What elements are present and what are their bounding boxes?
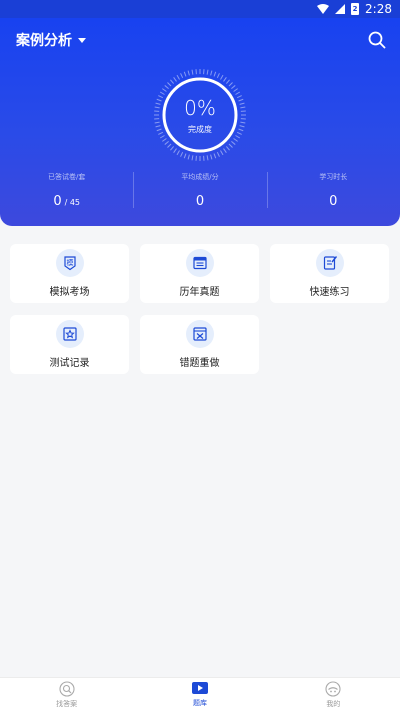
- question-bank-icon: [191, 681, 208, 694]
- card-label: 错题重做: [179, 358, 220, 369]
- stats-row: 已答试卷/套 0 / 45 平均成绩/分 0 学习时长 0: [0, 172, 400, 209]
- quick-practice-card[interactable]: 快速练习: [270, 244, 389, 303]
- tab-label: 找答案: [56, 699, 78, 708]
- profile-icon: [325, 680, 341, 697]
- completion-caption: 完成度: [188, 124, 212, 134]
- wrong-redo-card[interactable]: 错题重做: [140, 315, 259, 374]
- stat-value: 0: [195, 194, 205, 209]
- feature-grid: 模 模拟考场 历年真题 快速练习 测试记录 错题重做: [10, 244, 390, 374]
- completion-ring: 0% 完成度: [153, 68, 247, 162]
- tab-question-bank[interactable]: 题库: [133, 678, 266, 711]
- card-label: 快速练习: [309, 287, 350, 298]
- stat-label: 已答试卷/套: [47, 173, 86, 181]
- search-icon[interactable]: [368, 31, 386, 49]
- stat-papers: 已答试卷/套 0 / 45: [0, 172, 133, 209]
- stat-average-score: 平均成绩/分 0: [133, 172, 266, 209]
- status-bar: 2 2:28: [0, 0, 400, 18]
- mock-exam-card[interactable]: 模 模拟考场: [10, 244, 129, 303]
- stat-total: / 45: [64, 198, 81, 207]
- clock: 2:28: [365, 2, 392, 16]
- progress-header: 案例分析 0% 完成度 已答试卷/套 0 / 45 平均成绩/分 0 学习时长: [0, 18, 400, 226]
- test-record-card[interactable]: 测试记录: [10, 315, 129, 374]
- caret-down-icon: [78, 37, 86, 43]
- svg-text:模: 模: [66, 258, 73, 267]
- find-answer-icon: [59, 680, 75, 697]
- bottom-tab-bar: 找答案 题库 我的: [0, 677, 400, 711]
- card-label: 历年真题: [179, 287, 220, 298]
- past-papers-card[interactable]: 历年真题: [140, 244, 259, 303]
- stat-value: 0: [53, 194, 62, 209]
- tab-label: 题库: [192, 698, 207, 707]
- subject-selector[interactable]: 案例分析: [16, 30, 86, 50]
- card-label: 模拟考场: [49, 287, 90, 298]
- subject-label: 案例分析: [16, 33, 72, 49]
- signal-icon: [335, 4, 346, 14]
- wifi-icon: [317, 4, 330, 14]
- completion-percent: 0%: [184, 95, 216, 120]
- past-papers-icon: [185, 249, 214, 277]
- tab-profile[interactable]: 我的: [267, 678, 400, 711]
- wrong-redo-icon: [185, 320, 214, 348]
- mock-exam-icon: 模: [55, 249, 84, 277]
- stat-value: 0: [329, 194, 338, 209]
- test-record-icon: [55, 320, 84, 348]
- card-label: 测试记录: [49, 358, 90, 369]
- stat-label: 学习时长: [319, 173, 348, 181]
- battery-icon: 2: [351, 3, 360, 15]
- tab-label: 我的: [326, 699, 341, 708]
- stat-label: 平均成绩/分: [181, 173, 219, 181]
- tab-find-answer[interactable]: 找答案: [0, 678, 133, 711]
- quick-practice-icon: [315, 249, 344, 277]
- stat-study-time: 学习时长 0: [266, 172, 400, 209]
